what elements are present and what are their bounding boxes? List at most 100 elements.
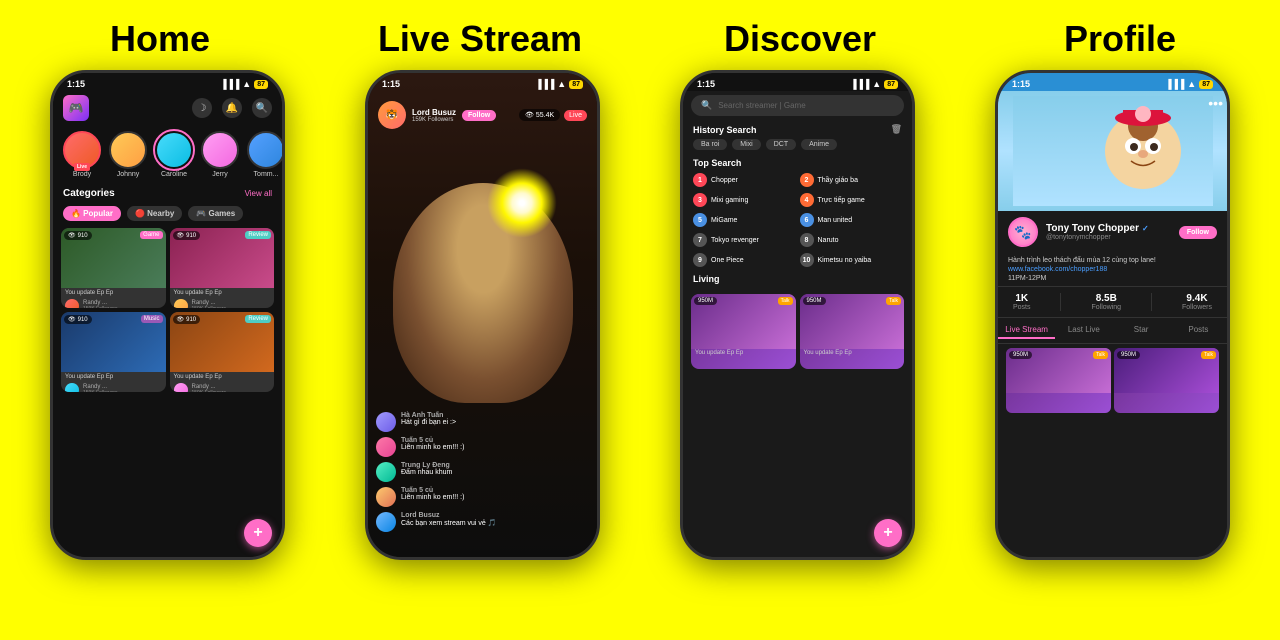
profile-content-card-1[interactable]: 950M Talk: [1114, 348, 1219, 413]
chat-bubble-0: Hà Anh Tuấn Hát gì đi bạn ei :>: [401, 412, 456, 426]
story-jerry[interactable]: Jerry: [201, 131, 239, 178]
stream-views-1: 👁 910: [173, 231, 201, 240]
stream-card-0[interactable]: 👁 910 Game You update Ep Ep Randy ... 15…: [61, 228, 166, 308]
sparkle-visual: [487, 168, 557, 238]
history-clear-icon[interactable]: 🗑: [891, 124, 902, 135]
profile-content-card-0[interactable]: 950M Talk: [1006, 348, 1111, 413]
tab-star[interactable]: Star: [1113, 322, 1170, 339]
discover-search-bar[interactable]: 🔍 Search streamer | Game: [691, 95, 904, 116]
home-fab-button[interactable]: +: [244, 519, 272, 547]
moon-icon[interactable]: ☽: [192, 98, 212, 118]
home-action-icons: ☽ 🔔 🔍: [192, 98, 272, 118]
history-pill-2[interactable]: DCT: [766, 139, 796, 150]
profile-screen: 1:15 ▐▐▐ ▲ 87: [998, 73, 1227, 557]
stream-views-0: 👁 910: [64, 231, 92, 240]
streamer-row-1: Randy ... 159K Followers: [170, 298, 275, 308]
chat-username-3: Tuấn 5 củ: [401, 487, 464, 494]
search-term-9: Kimetsu no yaiba: [818, 257, 872, 264]
stream-badge-3: Review: [245, 315, 271, 323]
livestream-status-bar: 1:15 ▐▐▐ ▲ 87: [368, 73, 597, 91]
search-num-0: 1: [693, 173, 707, 187]
bio-time: 11PM-12PM: [1008, 275, 1046, 282]
tab-posts[interactable]: Posts: [1170, 322, 1227, 339]
categories-header: Categories View all: [53, 184, 282, 203]
live-user-info: 🐯 Lord Busuz 159K Followers Follow: [378, 101, 496, 129]
search-item-2[interactable]: 3 Mixi gaming: [691, 190, 798, 210]
stat-divider-2: [1151, 293, 1152, 311]
discover-time: 1:15: [697, 79, 715, 89]
home-screen: 1:15 ▐▐▐ ▲ 87 🎮 ☽ 🔔 🔍: [53, 73, 282, 557]
story-avatar-jerry: [201, 131, 239, 169]
battery-badge: 87: [254, 80, 268, 89]
live-top-bar: 🐯 Lord Busuz 159K Followers Follow 👁 55.…: [368, 97, 597, 133]
search-item-5[interactable]: 6 Man united: [798, 210, 905, 230]
profile-card-badge-1: Talk: [1201, 351, 1216, 359]
story-johnny[interactable]: Johnny: [109, 131, 147, 178]
discover-fab-button[interactable]: +: [874, 519, 902, 547]
story-name-tomm: Tomm...: [254, 171, 279, 178]
live-streamer-name: Lord Busuz: [412, 108, 456, 117]
view-all-link[interactable]: View all: [245, 189, 272, 198]
search-item-1[interactable]: 2 Thầy giáo ba: [798, 170, 905, 190]
discover-search-placeholder: Search streamer | Game: [718, 101, 805, 110]
stream-card-3[interactable]: 👁 910 Review You update Ep Ep Randy ... …: [170, 312, 275, 392]
living-ep-0: You update Ep Ep: [691, 349, 796, 357]
living-badge-1: Talk: [886, 297, 901, 305]
pill-popular[interactable]: 🔥 Popular: [63, 206, 121, 221]
living-card-1[interactable]: 950M Talk You update Ep Ep: [800, 294, 905, 369]
chat-bubble-3: Tuấn 5 củ Liên minh ko em!!! :): [401, 487, 464, 501]
streamer-row-2: Randy ... 159K Followers: [61, 382, 166, 392]
history-pill-1[interactable]: Mixi: [732, 139, 760, 150]
section-header-profile: Profile: [960, 18, 1280, 60]
living-card-0[interactable]: 950M Talk You update Ep Ep: [691, 294, 796, 369]
profile-status-icons: ▐▐▐ ▲ 87: [1165, 79, 1213, 89]
tab-live-stream[interactable]: Live Stream: [998, 322, 1055, 339]
story-brody[interactable]: Live Brody: [63, 131, 101, 178]
search-item-6[interactable]: 7 Tokyo revenger: [691, 230, 798, 250]
chat-avatar-3: [376, 487, 396, 507]
pill-nearby[interactable]: 🔴 Nearby: [127, 206, 182, 221]
bio-link[interactable]: www.facebook.com/chopper188: [1008, 266, 1107, 273]
chat-text-2: Đấm nhau khum: [401, 469, 452, 476]
mini-avatar-2: [65, 383, 79, 392]
stat-divider-1: [1060, 293, 1061, 311]
viewers-count: 👁 55.4K: [519, 109, 560, 121]
follow-button[interactable]: Follow: [462, 110, 496, 121]
profile-cover: •••: [998, 91, 1227, 211]
tab-last-live[interactable]: Last Live: [1055, 322, 1112, 339]
story-caroline[interactable]: Caroline: [155, 131, 193, 178]
stream-card-2[interactable]: 👁 910 Music You update Ep Ep Randy ... 1…: [61, 312, 166, 392]
profile-follow-button[interactable]: Follow: [1179, 226, 1217, 239]
section-header-discover: Discover: [640, 18, 960, 60]
profile-options-icon[interactable]: •••: [1208, 95, 1223, 111]
living-card-img-1: 950M Talk: [800, 294, 905, 349]
mini-avatar-0: [65, 299, 79, 308]
story-tomm[interactable]: Tomm...: [247, 131, 282, 178]
search-item-3[interactable]: 4 Trực tiếp game: [798, 190, 905, 210]
search-term-8: One Piece: [711, 257, 744, 264]
search-num-2: 3: [693, 193, 707, 207]
profile-card-img-0: 950M Talk: [1006, 348, 1111, 393]
search-item-0[interactable]: 1 Chopper: [691, 170, 798, 190]
prof-wifi-icon: ▲: [1187, 79, 1196, 89]
search-item-9[interactable]: 10 Kimetsu no yaiba: [798, 250, 905, 270]
stat-following: 8.5B Following: [1091, 293, 1121, 311]
stream-badge-0: Game: [140, 231, 162, 239]
chat-bubble-1: Tuấn 5 củ Liên minh ko em!!! :): [401, 437, 464, 451]
search-icon[interactable]: 🔍: [252, 98, 272, 118]
search-item-8[interactable]: 9 One Piece: [691, 250, 798, 270]
pill-games[interactable]: 🎮 Games: [188, 206, 243, 221]
home-logo: 🎮: [63, 95, 89, 121]
history-pill-0[interactable]: Ba roi: [693, 139, 727, 150]
bell-icon[interactable]: 🔔: [222, 98, 242, 118]
search-item-4[interactable]: 5 MiGame: [691, 210, 798, 230]
search-item-7[interactable]: 8 Naruto: [798, 230, 905, 250]
history-pill-3[interactable]: Anime: [801, 139, 837, 150]
stream-card-1[interactable]: 👁 910 Review You update Ep Ep Randy ... …: [170, 228, 275, 308]
search-num-9: 10: [800, 253, 814, 267]
discover-screen: 1:15 ▐▐▐ ▲ 87 🔍 Search streamer | Game H…: [683, 73, 912, 557]
history-search-label: History Search 🗑: [683, 120, 912, 137]
streamer-followers-3: 159K Followers: [192, 390, 226, 392]
chat-username-4: Lord Busuz: [401, 512, 496, 519]
search-term-4: MiGame: [711, 217, 737, 224]
